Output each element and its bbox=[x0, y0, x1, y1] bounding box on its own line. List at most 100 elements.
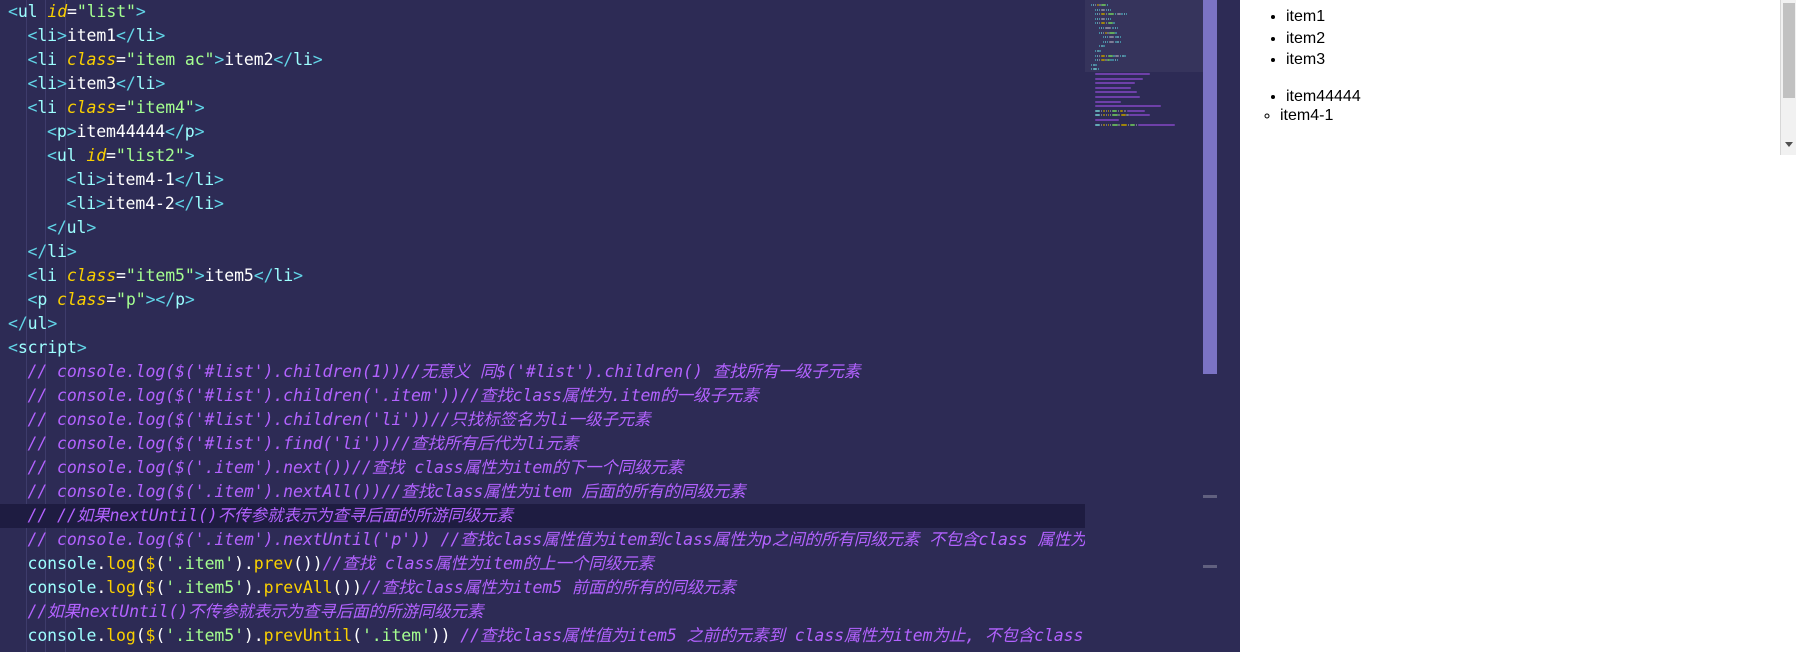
code-token: > bbox=[214, 170, 224, 189]
code-line[interactable]: <script> bbox=[0, 336, 1085, 360]
code-line[interactable]: // console.log($('.item').next())//查找 cl… bbox=[0, 456, 1085, 480]
code-token: < bbox=[8, 2, 18, 21]
code-token: item44444 bbox=[76, 122, 166, 141]
minimap-line bbox=[1111, 114, 1118, 117]
minimap-line bbox=[1127, 123, 1130, 126]
code-token: > bbox=[194, 122, 205, 141]
minimap-line bbox=[1112, 27, 1114, 29]
code-token: // console.log($('#list').children('li')… bbox=[27, 410, 651, 429]
code-token: li bbox=[194, 170, 215, 189]
code-token: . bbox=[96, 578, 107, 597]
code-token: li bbox=[76, 170, 97, 189]
minimap-line bbox=[1107, 109, 1109, 112]
code-token: "list" bbox=[76, 2, 136, 21]
code-token: > bbox=[47, 314, 58, 333]
code-token: p bbox=[184, 122, 195, 141]
code-token: li bbox=[76, 194, 97, 213]
code-token: > bbox=[96, 194, 106, 213]
code-token: > bbox=[155, 74, 166, 93]
page-scrollbar[interactable] bbox=[1780, 0, 1796, 155]
code-token: ( bbox=[155, 578, 166, 597]
scroll-down-arrow-icon[interactable] bbox=[1785, 142, 1793, 147]
code-line[interactable]: <ul id="list2"> bbox=[0, 144, 1085, 168]
code-token: ul bbox=[66, 218, 87, 237]
code-token: > bbox=[194, 98, 205, 117]
code-line[interactable]: // console.log($('#list').find('li'))//查… bbox=[0, 432, 1085, 456]
minimap-line bbox=[1129, 123, 1135, 126]
code-line[interactable]: <li class="item4"> bbox=[0, 96, 1085, 120]
code-token: </ bbox=[47, 218, 67, 237]
minimap-line bbox=[1097, 50, 1099, 52]
code-line[interactable]: <ul id="list"> bbox=[0, 0, 1085, 24]
minimap-line bbox=[1099, 4, 1101, 6]
code-token: ( bbox=[352, 626, 362, 645]
code-token: </ bbox=[174, 194, 195, 213]
minimap-line bbox=[1105, 31, 1107, 34]
minimap-line bbox=[1124, 54, 1126, 57]
code-line[interactable]: <li class="item5">item5</li> bbox=[0, 264, 1085, 288]
code-line[interactable]: </ul> bbox=[0, 312, 1085, 336]
code-token: console bbox=[27, 554, 97, 573]
code-line[interactable]: // console.log($('.item').nextAll())//查找… bbox=[0, 480, 1085, 504]
rendered-sub-list: item4-1 bbox=[1240, 107, 1796, 125]
code-token: item3 bbox=[66, 74, 117, 93]
code-line[interactable]: <p>item44444</p> bbox=[0, 120, 1085, 144]
code-token: > bbox=[293, 266, 303, 285]
code-line[interactable]: //如果nextUntil()不传参就表示为查寻后面的所游同级元素 bbox=[0, 600, 1085, 624]
minimap-line bbox=[1095, 119, 1119, 121]
code-editor[interactable]: <ul id="list"> <li>item1</li> <li class="i… bbox=[0, 0, 1240, 652]
minimap-line bbox=[1107, 54, 1113, 57]
code-line[interactable]: <li>item4-1</li> bbox=[0, 168, 1085, 192]
minimap-line bbox=[1119, 36, 1121, 39]
code-line[interactable]: console.log($('.item5').prevAll())//查找cl… bbox=[0, 576, 1085, 600]
code-line[interactable]: // //如果nextUntil()不传参就表示为查寻后面的所游同级元素 bbox=[0, 504, 1085, 528]
minimap-line bbox=[1101, 8, 1105, 11]
minimap-line bbox=[1095, 100, 1121, 103]
minimap-line bbox=[1095, 73, 1150, 75]
code-token: </ bbox=[116, 26, 136, 45]
code-line[interactable]: <p class="p"></p> bbox=[0, 288, 1085, 312]
code-token: ( bbox=[155, 626, 166, 645]
minimap-line bbox=[1105, 13, 1107, 16]
minimap-line bbox=[1114, 59, 1116, 62]
minimap-line bbox=[1095, 123, 1101, 126]
editor-scrollbar-thumb[interactable] bbox=[1203, 0, 1217, 374]
minimap-line bbox=[1123, 109, 1126, 112]
minimap-line bbox=[1123, 13, 1125, 16]
code-line[interactable]: <li>item4-2</li> bbox=[0, 192, 1085, 216]
code-token: li bbox=[37, 74, 58, 93]
code-line[interactable]: </ul> bbox=[0, 216, 1085, 240]
code-line[interactable]: console.log($('.item5').prevUntil('.item… bbox=[0, 624, 1085, 648]
minimap-line bbox=[1093, 63, 1095, 66]
code-token: = bbox=[116, 98, 126, 117]
code-line[interactable]: <li class="item ac">item2</li> bbox=[0, 48, 1085, 72]
list-item: item2 bbox=[1286, 28, 1796, 50]
code-token: > bbox=[214, 194, 224, 213]
code-line[interactable]: </li> bbox=[0, 240, 1085, 264]
minimap-line bbox=[1107, 59, 1110, 62]
code-line[interactable]: <li>item3</li> bbox=[0, 72, 1085, 96]
code-token: < bbox=[27, 26, 38, 45]
code-line[interactable]: <li>item1</li> bbox=[0, 24, 1085, 48]
code-token: = bbox=[67, 2, 77, 21]
code-token: < bbox=[8, 338, 18, 357]
minimap-line bbox=[1115, 54, 1120, 57]
minimap-line bbox=[1117, 40, 1119, 43]
code-token: "list2" bbox=[115, 146, 185, 165]
code-line[interactable]: // console.log($('#list').children(1))//… bbox=[0, 360, 1085, 384]
code-line[interactable]: // console.log($('#list').children('.ite… bbox=[0, 384, 1085, 408]
page-scrollbar-thumb[interactable] bbox=[1783, 3, 1795, 98]
minimap-line bbox=[1105, 59, 1107, 62]
code-text-area[interactable]: <ul id="list"> <li>item1</li> <li class="i… bbox=[0, 0, 1085, 652]
code-token: < bbox=[47, 146, 57, 165]
code-line[interactable]: console.log($('.item').prev())//查找 class… bbox=[0, 552, 1085, 576]
editor-scrollbar[interactable] bbox=[1203, 0, 1217, 652]
minimap-line bbox=[1117, 109, 1120, 112]
code-token: prevUntil bbox=[263, 626, 353, 645]
editor-minimap[interactable] bbox=[1085, 0, 1203, 652]
code-token: < bbox=[66, 194, 77, 213]
code-line[interactable]: // console.log($('.item').nextUntil('p')… bbox=[0, 528, 1086, 552]
code-line[interactable]: // console.log($('#list').children('li')… bbox=[0, 408, 1085, 432]
